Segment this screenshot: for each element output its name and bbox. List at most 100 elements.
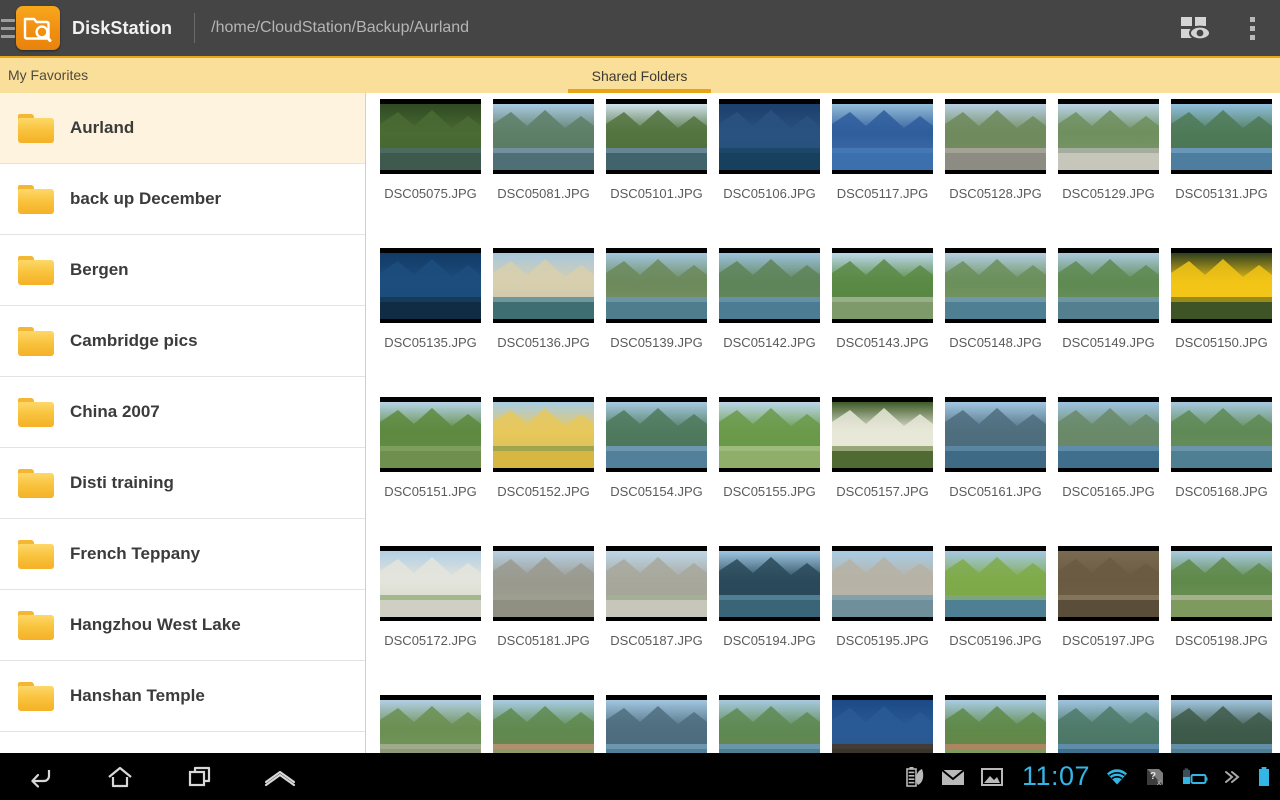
- thumbnail-item[interactable]: DSC05155.JPG: [713, 397, 826, 546]
- thumbnail-image[interactable]: [719, 397, 820, 472]
- thumbnail-item[interactable]: DSC05131.JPG: [1165, 99, 1278, 248]
- thumbnail-image[interactable]: [1171, 99, 1272, 174]
- thumbnail-item[interactable]: DSC05154.JPG: [600, 397, 713, 546]
- thumbnail-image[interactable]: [945, 248, 1046, 323]
- folder-sidebar[interactable]: Aurlandback up DecemberBergenCambridge p…: [0, 93, 366, 753]
- thumbnail-image[interactable]: [832, 99, 933, 174]
- thumbnail-item[interactable]: [939, 695, 1052, 753]
- thumbnail-item[interactable]: DSC05181.JPG: [487, 546, 600, 695]
- sidebar-item-aurland[interactable]: Aurland: [0, 93, 365, 164]
- sidebar-item-hangzhou-west-lake[interactable]: Hangzhou West Lake: [0, 590, 365, 661]
- thumbnail-item[interactable]: DSC05165.JPG: [1052, 397, 1165, 546]
- thumbnail-item[interactable]: DSC05157.JPG: [826, 397, 939, 546]
- thumbnail-image[interactable]: [832, 695, 933, 753]
- sidebar-item-cambridge-pics[interactable]: Cambridge pics: [0, 306, 365, 377]
- thumbnail-image[interactable]: [1171, 397, 1272, 472]
- thumbnail-item[interactable]: DSC05187.JPG: [600, 546, 713, 695]
- thumbnail-item[interactable]: DSC05128.JPG: [939, 99, 1052, 248]
- thumbnail-item[interactable]: [713, 695, 826, 753]
- thumbnail-image[interactable]: [832, 546, 933, 621]
- thumbnail-image[interactable]: [380, 397, 481, 472]
- tab-shared-folders[interactable]: Shared Folders: [568, 58, 711, 93]
- thumbnail-item[interactable]: DSC05139.JPG: [600, 248, 713, 397]
- overflow-menu-button[interactable]: [1224, 0, 1280, 56]
- thumbnail-image[interactable]: [719, 546, 820, 621]
- thumbnail-image[interactable]: [1171, 695, 1272, 753]
- expand-button[interactable]: [240, 753, 320, 800]
- thumbnail-item[interactable]: DSC05172.JPG: [374, 546, 487, 695]
- thumbnail-image[interactable]: [380, 695, 481, 753]
- thumbnail-image[interactable]: [719, 99, 820, 174]
- thumbnail-image[interactable]: [1171, 546, 1272, 621]
- thumbnail-item[interactable]: DSC05149.JPG: [1052, 248, 1165, 397]
- thumbnail-item[interactable]: DSC05168.JPG: [1165, 397, 1278, 546]
- thumbnail-image[interactable]: [1058, 248, 1159, 323]
- thumbnail-grid[interactable]: DSC05075.JPGDSC05081.JPGDSC05101.JPGDSC0…: [366, 93, 1280, 753]
- thumbnail-item[interactable]: DSC05106.JPG: [713, 99, 826, 248]
- thumbnail-image[interactable]: [493, 397, 594, 472]
- thumbnail-item[interactable]: DSC05195.JPG: [826, 546, 939, 695]
- hamburger-icon[interactable]: [0, 0, 16, 56]
- thumbnail-image[interactable]: [493, 99, 594, 174]
- thumbnail-image[interactable]: [945, 397, 1046, 472]
- thumbnail-item[interactable]: DSC05161.JPG: [939, 397, 1052, 546]
- home-button[interactable]: [80, 753, 160, 800]
- thumbnail-image[interactable]: [1058, 695, 1159, 753]
- recent-apps-button[interactable]: [160, 753, 240, 800]
- thumbnail-item[interactable]: DSC05194.JPG: [713, 546, 826, 695]
- thumbnail-image[interactable]: [719, 248, 820, 323]
- status-tray[interactable]: 11:07 ? x: [890, 753, 1280, 800]
- sidebar-item-french-teppany[interactable]: French Teppany: [0, 519, 365, 590]
- thumbnail-image[interactable]: [1058, 546, 1159, 621]
- thumbnail-image[interactable]: [493, 695, 594, 753]
- thumbnail-image[interactable]: [832, 397, 933, 472]
- thumbnail-item[interactable]: DSC05101.JPG: [600, 99, 713, 248]
- thumbnail-item[interactable]: [826, 695, 939, 753]
- thumbnail-image[interactable]: [832, 248, 933, 323]
- thumbnail-image[interactable]: [606, 397, 707, 472]
- thumbnail-image[interactable]: [945, 546, 1046, 621]
- thumbnail-image[interactable]: [380, 546, 481, 621]
- thumbnail-image[interactable]: [606, 546, 707, 621]
- sidebar-item-china-2007[interactable]: China 2007: [0, 377, 365, 448]
- thumbnail-image[interactable]: [945, 695, 1046, 753]
- thumbnail-item[interactable]: DSC05197.JPG: [1052, 546, 1165, 695]
- file-station-logo[interactable]: [16, 6, 60, 50]
- thumbnail-image[interactable]: [1058, 397, 1159, 472]
- sidebar-item-hanshan-temple[interactable]: Hanshan Temple: [0, 661, 365, 732]
- tab-my-favorites[interactable]: My Favorites: [8, 67, 88, 83]
- thumbnail-item[interactable]: DSC05129.JPG: [1052, 99, 1165, 248]
- thumbnail-item[interactable]: DSC05150.JPG: [1165, 248, 1278, 397]
- thumbnail-item[interactable]: [487, 695, 600, 753]
- thumbnail-image[interactable]: [606, 248, 707, 323]
- thumbnail-image[interactable]: [606, 99, 707, 174]
- thumbnail-item[interactable]: DSC05196.JPG: [939, 546, 1052, 695]
- thumbnail-item[interactable]: DSC05152.JPG: [487, 397, 600, 546]
- thumbnail-item[interactable]: DSC05135.JPG: [374, 248, 487, 397]
- thumbnail-image[interactable]: [493, 546, 594, 621]
- sidebar-item-bergen[interactable]: Bergen: [0, 235, 365, 306]
- thumbnail-image[interactable]: [945, 99, 1046, 174]
- thumbnail-image[interactable]: [380, 248, 481, 323]
- thumbnail-item[interactable]: DSC05136.JPG: [487, 248, 600, 397]
- thumbnail-item[interactable]: [600, 695, 713, 753]
- thumbnail-item[interactable]: [1165, 695, 1278, 753]
- thumbnail-item[interactable]: DSC05143.JPG: [826, 248, 939, 397]
- thumbnail-item[interactable]: DSC05117.JPG: [826, 99, 939, 248]
- thumbnail-image[interactable]: [1171, 248, 1272, 323]
- thumbnail-item[interactable]: DSC05148.JPG: [939, 248, 1052, 397]
- thumbnail-image[interactable]: [1058, 99, 1159, 174]
- thumbnail-item[interactable]: DSC05075.JPG: [374, 99, 487, 248]
- thumbnail-image[interactable]: [719, 695, 820, 753]
- thumbnail-image[interactable]: [606, 695, 707, 753]
- back-button[interactable]: [0, 753, 80, 800]
- view-mode-button[interactable]: [1168, 0, 1224, 56]
- thumbnail-item[interactable]: DSC05081.JPG: [487, 99, 600, 248]
- thumbnail-item[interactable]: [374, 695, 487, 753]
- thumbnail-item[interactable]: DSC05151.JPG: [374, 397, 487, 546]
- thumbnail-image[interactable]: [380, 99, 481, 174]
- thumbnail-item[interactable]: DSC05198.JPG: [1165, 546, 1278, 695]
- sidebar-item-back-up-december[interactable]: back up December: [0, 164, 365, 235]
- thumbnail-item[interactable]: [1052, 695, 1165, 753]
- thumbnail-image[interactable]: [493, 248, 594, 323]
